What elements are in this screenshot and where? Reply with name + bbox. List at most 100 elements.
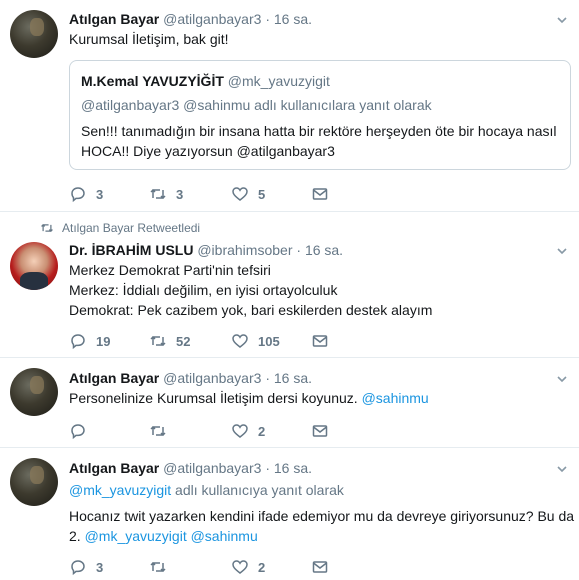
like-count: 105 (258, 333, 280, 349)
tweet-header: Atılgan Bayar @atilganbayar3 · 16 sa. (69, 11, 312, 27)
reply-button[interactable]: 19 (69, 331, 110, 351)
avatar[interactable] (10, 242, 58, 290)
reply-button[interactable]: 3 (69, 557, 103, 577)
timestamp[interactable]: 16 sa. (274, 460, 312, 476)
like-count: 2 (258, 423, 266, 439)
reply-icon (71, 187, 85, 203)
retweet-context[interactable]: Atılgan Bayar Retweetledi (40, 221, 200, 235)
direct-message-button[interactable] (311, 421, 338, 441)
reply-button[interactable] (69, 421, 96, 441)
tweet-text-body: Personelinize Kurumsal İletişim dersi ko… (69, 390, 358, 406)
tweet-text-line: 2. @mk_yavuzyigit @sahinmu (69, 526, 258, 546)
separator-dot: · (296, 242, 302, 258)
chevron-down-icon[interactable] (557, 464, 567, 474)
retweet-button[interactable]: 3 (149, 184, 183, 204)
retweet-button[interactable] (149, 421, 176, 441)
retweet-count: 3 (176, 186, 184, 202)
direct-message-button[interactable] (311, 557, 338, 577)
avatar[interactable] (10, 10, 58, 58)
tweet[interactable]: Atılgan Bayar @atilganbayar3 · 16 sa. Pe… (0, 358, 579, 448)
heart-icon (232, 424, 248, 438)
author-handle[interactable]: @atilganbayar3 (163, 11, 261, 27)
timestamp[interactable]: 16 sa. (305, 242, 343, 258)
retweet-icon (150, 188, 166, 200)
quoted-tweet[interactable]: M.Kemal YAVUZYİĞİT @mk_yavuzyigit @atilg… (69, 60, 571, 170)
quoted-text-line: HOCA!! Diye yazıyorsun @atilganbayar3 (81, 143, 335, 159)
tweet[interactable]: Atılgan Bayar @atilganbayar3 · 16 sa. Ku… (0, 0, 579, 212)
separator-dot: · (265, 370, 270, 386)
author-name[interactable]: Dr. İBRAHİM USLU (69, 242, 193, 258)
chevron-down-icon[interactable] (557, 15, 567, 25)
avatar[interactable] (10, 458, 58, 506)
tweet-actions: 2 (69, 421, 369, 441)
retweet-icon (150, 561, 166, 573)
quoted-author-handle[interactable]: @mk_yavuzyigit (228, 73, 330, 89)
like-button[interactable]: 2 (231, 557, 265, 577)
tweet-text: Personelinize Kurumsal İletişim dersi ko… (69, 388, 429, 408)
retweet-icon (150, 425, 166, 437)
reply-icon (71, 560, 85, 576)
like-count: 5 (258, 186, 266, 202)
reply-count: 3 (96, 559, 104, 575)
reply-button[interactable]: 3 (69, 184, 103, 204)
envelope-icon (312, 425, 328, 437)
reply-icon (71, 424, 85, 440)
retweet-button[interactable]: 52 (149, 331, 190, 351)
author-name[interactable]: Atılgan Bayar (69, 460, 159, 476)
tweet-text-line: Hocanız twit yazarken kendini ifade edem… (69, 508, 575, 524)
envelope-icon (312, 561, 328, 573)
like-button[interactable]: 5 (231, 184, 265, 204)
quoted-reply-context: @atilganbayar3 @sahinmu adlı kullanıcıla… (81, 97, 432, 113)
quoted-header: M.Kemal YAVUZYİĞİT @mk_yavuzyigit (81, 73, 330, 89)
retweet-icon (41, 224, 53, 232)
envelope-icon (312, 188, 328, 200)
tweet-text-line: Merkez Demokrat Parti'nin tefsiri (69, 262, 271, 278)
direct-message-button[interactable] (311, 184, 338, 204)
reply-context: @mk_yavuzyigit adlı kullanıcıya yanıt ol… (69, 480, 344, 500)
timestamp[interactable]: 16 sa. (274, 11, 312, 27)
tweet-text-body: 2. (69, 528, 81, 544)
author-handle[interactable]: @ibrahimsober (197, 242, 292, 258)
tweet-actions: 19 52 105 (69, 331, 369, 351)
retweet-count: 52 (176, 333, 191, 349)
quoted-author-name[interactable]: M.Kemal YAVUZYİĞİT (81, 73, 224, 89)
timestamp[interactable]: 16 sa. (274, 370, 312, 386)
reply-context-label: adlı kullanıcıya yanıt olarak (175, 482, 344, 498)
heart-icon (232, 187, 248, 201)
tweet-text: Kurumsal İletişim, bak git! (69, 31, 229, 47)
envelope-icon (312, 335, 328, 347)
reply-icon (71, 334, 85, 350)
chevron-down-icon[interactable] (557, 246, 567, 256)
tweet[interactable]: Atılgan Bayar Retweetledi Dr. İBRAHİM US… (0, 212, 579, 358)
like-button[interactable]: 105 (231, 331, 280, 351)
tweet-header: Dr. İBRAHİM USLU @ibrahimsober · 16 sa. (69, 242, 343, 258)
avatar[interactable] (10, 368, 58, 416)
mention-link[interactable]: @mk_yavuzyigit (69, 482, 171, 498)
direct-message-button[interactable] (311, 331, 338, 351)
reply-count: 19 (96, 333, 111, 349)
tweet-actions: 3 3 5 (69, 184, 369, 204)
mention-link[interactable]: @mk_yavuzyigit @sahinmu (85, 528, 258, 544)
tweet-actions: 3 2 (69, 557, 369, 577)
tweet-text-line: Merkez: İddialı değilim, en iyisi ortayo… (69, 282, 338, 298)
reply-count: 3 (96, 186, 104, 202)
author-name[interactable]: Atılgan Bayar (69, 370, 159, 386)
chevron-down-icon[interactable] (557, 374, 567, 384)
like-count: 2 (258, 559, 266, 575)
heart-icon (232, 334, 248, 348)
retweeted-by-label: Atılgan Bayar Retweetledi (62, 221, 201, 235)
like-button[interactable]: 2 (231, 421, 265, 441)
separator-dot: · (265, 460, 270, 476)
mention-link[interactable]: @sahinmu (362, 390, 429, 406)
tweet-text-line: Demokrat: Pek cazibem yok, bari eskilerd… (69, 302, 433, 318)
author-handle[interactable]: @atilganbayar3 (163, 370, 261, 386)
author-name[interactable]: Atılgan Bayar (69, 11, 159, 27)
tweet-header: Atılgan Bayar @atilganbayar3 · 16 sa. (69, 370, 312, 386)
retweet-icon (150, 335, 166, 347)
author-handle[interactable]: @atilganbayar3 (163, 460, 261, 476)
retweet-button[interactable] (149, 557, 176, 577)
tweet-header: Atılgan Bayar @atilganbayar3 · 16 sa. (69, 460, 312, 476)
tweet[interactable]: Atılgan Bayar @atilganbayar3 · 16 sa. @m… (0, 448, 579, 580)
heart-icon (232, 560, 248, 574)
separator-dot: · (265, 11, 270, 27)
